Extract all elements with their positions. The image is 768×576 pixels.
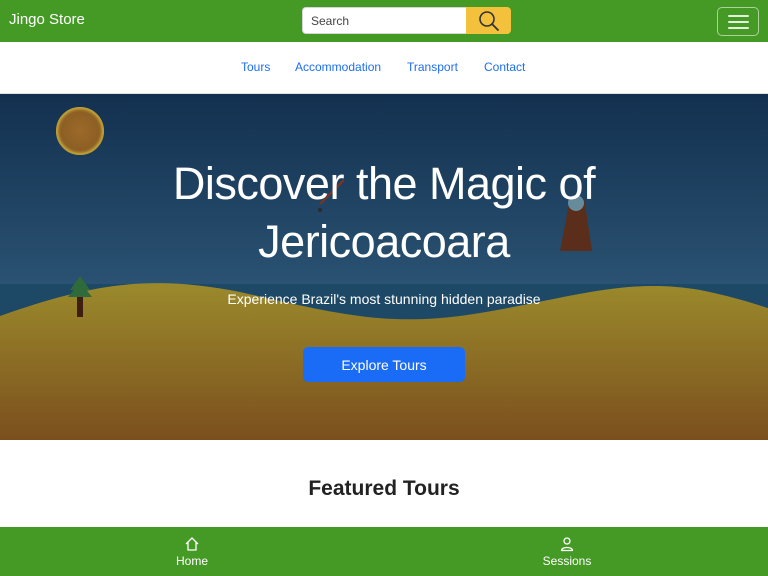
nav-link-contact[interactable]: Contact	[484, 60, 525, 74]
nav-link-transport[interactable]: Transport	[407, 60, 458, 74]
tab-home[interactable]: Home	[142, 527, 242, 576]
menu-toggle-button[interactable]	[717, 7, 759, 36]
hamburger-icon	[727, 14, 749, 17]
tab-sessions-label: Sessions	[542, 553, 592, 568]
explore-tours-button[interactable]: Explore Tours	[303, 347, 465, 382]
brand-logo[interactable]: Jingo Store	[9, 11, 85, 28]
hero-banner: Discover the Magic of Jericoacoara Exper…	[0, 94, 768, 440]
home-icon	[185, 536, 199, 551]
tab-home-label: Home	[175, 553, 208, 568]
nav-link-accommodation[interactable]: Accommodation	[295, 60, 381, 74]
search-input[interactable]	[302, 7, 466, 34]
featured-tours-heading: Featured Tours	[308, 477, 460, 500]
nav-link-tours[interactable]: Tours	[241, 60, 270, 74]
bottom-navbar: Home Sessions	[0, 527, 768, 576]
search-button[interactable]	[466, 7, 511, 34]
top-navbar: Jingo Store	[0, 0, 768, 42]
search-icon	[478, 10, 499, 31]
tab-sessions[interactable]: Sessions	[517, 527, 617, 576]
hero-title-line-2: Jericoacoara	[258, 216, 510, 267]
person-icon	[560, 536, 574, 551]
hero-subtitle: Experience Brazil's most stunning hidden…	[227, 291, 541, 307]
search-form	[302, 7, 511, 34]
hero-title: Discover the Magic of Jericoacoara	[0, 155, 768, 271]
hero-title-line-1: Discover the Magic of	[172, 158, 596, 209]
category-nav: Tours Accommodation Transport Contact	[0, 42, 768, 94]
